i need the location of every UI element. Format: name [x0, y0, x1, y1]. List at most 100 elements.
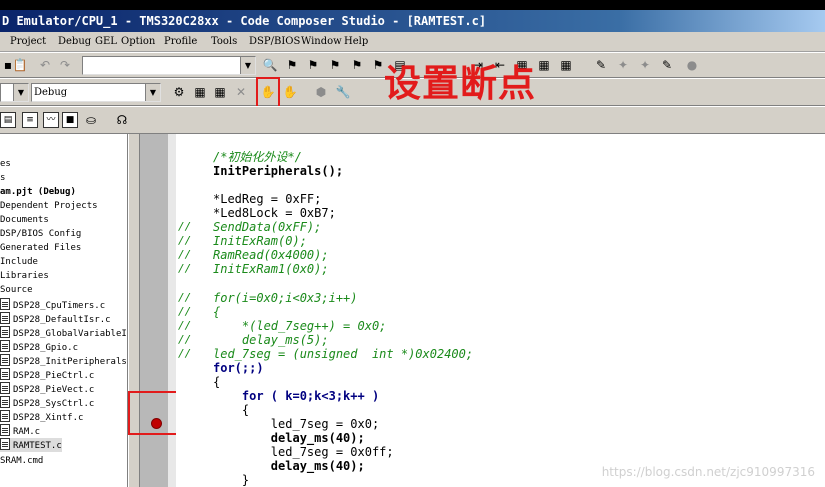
tree-item[interactable]: Documents: [0, 213, 49, 227]
tree-item[interactable]: DSP/BIOS Config: [0, 227, 81, 241]
paste-icon[interactable]: 📋: [12, 57, 28, 73]
title-bar: D Emulator/CPU_1 - TMS320C28xx - Code Co…: [0, 10, 825, 32]
tree-item[interactable]: es: [0, 157, 11, 171]
code-line: {: [213, 403, 250, 417]
tree-item-file[interactable]: DSP28_CpuTimers.c: [0, 298, 105, 312]
code-line-commented: RamRead(0x4000);: [213, 248, 329, 262]
file-icon: [0, 410, 10, 422]
tree-item[interactable]: Include: [0, 255, 38, 269]
graph-icon[interactable]: 〰: [43, 112, 59, 128]
image-icon[interactable]: ■: [62, 112, 78, 128]
code-line-commented: led_7seg = (unsigned int *)0x02400;: [213, 347, 474, 361]
code-line: delay_ms(40);: [213, 459, 365, 473]
tree-item[interactable]: Dependent Projects: [0, 199, 98, 213]
tree-item-file[interactable]: DSP28_GlobalVariableI: [0, 326, 127, 340]
code-line-commented: SendData(0xFF);: [213, 220, 322, 234]
build-icon[interactable]: ▦: [192, 84, 208, 100]
find-combo[interactable]: ▼: [82, 56, 256, 75]
code-line: }: [213, 473, 250, 487]
code-line-commented: InitExRam(0);: [213, 234, 307, 248]
file-icon: [0, 298, 10, 310]
tree-item-file[interactable]: DSP28_PieVect.c: [0, 382, 94, 396]
comment-mark: //: [178, 347, 192, 360]
tree-item-file[interactable]: DSP28_InitPeripherals: [0, 354, 127, 368]
tree-item-project[interactable]: am.pjt (Debug): [0, 185, 76, 199]
probe-point-icon[interactable]: ⬢: [313, 84, 329, 100]
probe-list-icon[interactable]: ✎: [659, 57, 675, 73]
pen-icon[interactable]: ✎: [593, 57, 609, 73]
comment-mark: //: [178, 234, 192, 247]
tree-item[interactable]: s: [0, 171, 5, 185]
file-icon: [0, 354, 10, 366]
breakpoint-highlight-box: [256, 77, 280, 109]
chevron-down-icon[interactable]: ▼: [145, 84, 160, 101]
probe-icon[interactable]: ✦: [615, 57, 631, 73]
file-icon: [0, 438, 10, 450]
watch-icon[interactable]: ▦: [536, 57, 552, 73]
memory-icon[interactable]: ▦: [558, 57, 574, 73]
code-line-commented: *(led_7seg++) = 0x0;: [213, 319, 387, 333]
comment-mark: //: [178, 262, 192, 275]
code-line: delay_ms(40);: [213, 431, 365, 445]
disassembly-icon[interactable]: ⛀: [83, 112, 99, 128]
find-icon[interactable]: 🔍: [262, 57, 278, 73]
menu-option[interactable]: Option: [121, 36, 155, 47]
next-bookmark-icon[interactable]: ⚑: [349, 57, 365, 73]
watermark: https://blog.csdn.net/zjc910997316: [601, 465, 815, 479]
code-line: led_7seg = 0x0;: [213, 417, 380, 431]
remove-breakpoints-icon[interactable]: ✋: [282, 84, 298, 100]
analysis-icon[interactable]: ☊: [114, 112, 130, 128]
menu-gel[interactable]: GEL: [95, 36, 117, 47]
code-line: *Led8Lock = 0xB7;: [213, 206, 336, 220]
undo-icon[interactable]: ↶: [37, 57, 53, 73]
code-line-commented: {: [213, 305, 221, 319]
menu-project[interactable]: Project: [10, 36, 46, 47]
project-combo[interactable]: ▼: [0, 83, 29, 102]
tree-item[interactable]: Libraries: [0, 269, 49, 283]
memory-window-icon[interactable]: ≡: [22, 112, 38, 128]
redo-icon[interactable]: ↷: [57, 57, 73, 73]
file-icon: [0, 340, 10, 352]
tree-item-file[interactable]: DSP28_Xintf.c: [0, 410, 83, 424]
compile-icon[interactable]: ⚙: [171, 84, 187, 100]
code-line-commented: InitExRam1(0x0);: [213, 262, 329, 276]
menu-tools[interactable]: Tools: [211, 36, 237, 47]
code-line: led_7seg = 0x0ff;: [213, 445, 394, 459]
find-next-icon[interactable]: ⚑: [284, 57, 300, 73]
menu-profile[interactable]: Profile: [164, 36, 197, 47]
pin-icon[interactable]: ●: [684, 57, 700, 73]
menu-help[interactable]: Help: [344, 36, 368, 47]
tree-item-file[interactable]: RAM.c: [0, 424, 40, 438]
file-icon: [0, 424, 10, 436]
code-editor[interactable]: /*初始化外设*/ InitPeripherals(); *LedReg = 0…: [176, 134, 825, 487]
find-prev-icon[interactable]: ⚑: [305, 57, 321, 73]
wrench-icon[interactable]: 🔧: [335, 84, 351, 100]
comment-mark: //: [178, 248, 192, 261]
file-icon: [0, 326, 10, 338]
tree-item[interactable]: Generated Files: [0, 241, 81, 255]
code-line-commented: for(i=0x0;i<0x3;i++): [213, 291, 358, 305]
tree-item-file-selected[interactable]: RAMTEST.c: [0, 438, 62, 452]
tree-item-file[interactable]: DSP28_PieCtrl.c: [0, 368, 94, 382]
set-breakpoint-annotation: 设置断点: [384, 62, 536, 105]
menu-dsp-bios[interactable]: DSP/BIOS: [249, 36, 300, 47]
tree-item[interactable]: Source: [0, 283, 33, 297]
tree-item[interactable]: SRAM.cmd: [0, 454, 43, 468]
bookmark-icon[interactable]: ⚑: [327, 57, 343, 73]
tree-item-file[interactable]: DSP28_DefaultIsr.c: [0, 312, 111, 326]
menu-bar: Project Debug GEL Option Profile Tools D…: [0, 32, 825, 52]
registers-icon[interactable]: ▤: [0, 112, 16, 128]
config-combo[interactable]: Debug ▼: [31, 83, 161, 102]
chevron-down-icon[interactable]: ▼: [13, 84, 28, 101]
rebuild-icon[interactable]: ▦: [212, 84, 228, 100]
code-line: {: [213, 375, 221, 389]
tree-item-file[interactable]: DSP28_SysCtrl.c: [0, 396, 94, 410]
chevron-down-icon[interactable]: ▼: [240, 57, 255, 74]
code-line-commented: delay_ms(5);: [213, 333, 329, 347]
tree-item-file[interactable]: DSP28_Gpio.c: [0, 340, 78, 354]
menu-window[interactable]: Window: [301, 36, 342, 47]
probe-remove-icon[interactable]: ✦: [637, 57, 653, 73]
menu-debug[interactable]: Debug: [58, 36, 91, 47]
top-strip: [0, 0, 825, 10]
stop-build-icon[interactable]: ✕: [233, 84, 249, 100]
